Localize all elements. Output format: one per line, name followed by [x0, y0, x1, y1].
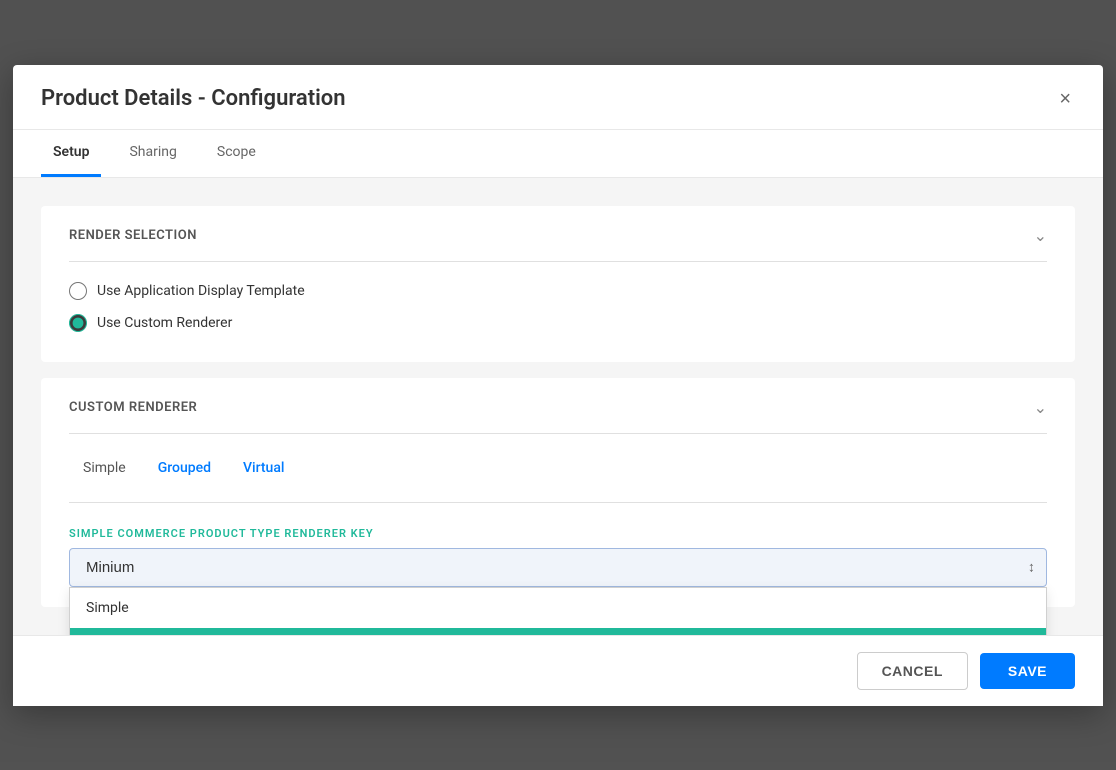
tab-scope[interactable]: Scope — [205, 130, 268, 177]
render-selection-header[interactable]: RENDER SELECTION ⌄ — [69, 226, 1047, 262]
custom-renderer-title: CUSTOM RENDERER — [69, 400, 197, 415]
sub-tab-virtual[interactable]: Virtual — [229, 454, 298, 482]
renderer-key-select[interactable]: Simple Minium — [69, 548, 1047, 587]
radio-app-display-template-input[interactable] — [69, 282, 87, 300]
render-selection-title: RENDER SELECTION — [69, 228, 197, 243]
radio-app-display-template-label: Use Application Display Template — [97, 283, 305, 299]
tab-setup[interactable]: Setup — [41, 130, 101, 177]
modal-body: RENDER SELECTION ⌄ Use Application Displ… — [13, 178, 1103, 635]
radio-custom-renderer[interactable]: Use Custom Renderer — [69, 314, 1047, 332]
radio-custom-renderer-label: Use Custom Renderer — [97, 315, 232, 331]
custom-renderer-content: Simple Grouped Virtual SIMPLE COMMERCE P… — [69, 434, 1047, 587]
sub-tabs-bar: Simple Grouped Virtual — [69, 454, 1047, 503]
modal-overlay: Product Details - Configuration × Setup … — [0, 0, 1116, 770]
dropdown-options-list: Simple Minium — [69, 587, 1047, 635]
render-selection-radio-group: Use Application Display Template Use Cus… — [69, 282, 1047, 342]
custom-renderer-section: CUSTOM RENDERER ⌄ Simple Grouped Virtual… — [41, 378, 1075, 607]
renderer-key-field: SIMPLE COMMERCE PRODUCT TYPE RENDERER KE… — [69, 527, 1047, 587]
render-selection-section: RENDER SELECTION ⌄ Use Application Displ… — [41, 206, 1075, 362]
sub-tab-grouped[interactable]: Grouped — [144, 454, 225, 482]
modal-header: Product Details - Configuration × — [13, 65, 1103, 130]
dropdown-option-minium[interactable]: Minium — [70, 628, 1046, 635]
tab-sharing[interactable]: Sharing — [117, 130, 188, 177]
render-selection-content: Use Application Display Template Use Cus… — [69, 262, 1047, 342]
save-button[interactable]: SAVE — [980, 653, 1075, 689]
cancel-button[interactable]: CANCEL — [857, 652, 968, 690]
modal-dialog: Product Details - Configuration × Setup … — [13, 65, 1103, 706]
render-selection-chevron-icon: ⌄ — [1034, 226, 1047, 245]
renderer-key-label: SIMPLE COMMERCE PRODUCT TYPE RENDERER KE… — [69, 527, 1047, 540]
close-button[interactable]: × — [1055, 85, 1075, 113]
modal-title: Product Details - Configuration — [41, 86, 346, 111]
dropdown-option-simple[interactable]: Simple — [70, 588, 1046, 628]
custom-renderer-chevron-icon: ⌄ — [1034, 398, 1047, 417]
modal-footer: CANCEL SAVE — [13, 635, 1103, 706]
renderer-key-select-wrapper: Simple Minium ↕ Simple Minium — [69, 548, 1047, 587]
custom-renderer-header[interactable]: CUSTOM RENDERER ⌄ — [69, 398, 1047, 434]
tabs-bar: Setup Sharing Scope — [13, 130, 1103, 178]
sub-tab-simple[interactable]: Simple — [69, 454, 140, 482]
radio-app-display-template[interactable]: Use Application Display Template — [69, 282, 1047, 300]
radio-custom-renderer-input[interactable] — [69, 314, 87, 332]
